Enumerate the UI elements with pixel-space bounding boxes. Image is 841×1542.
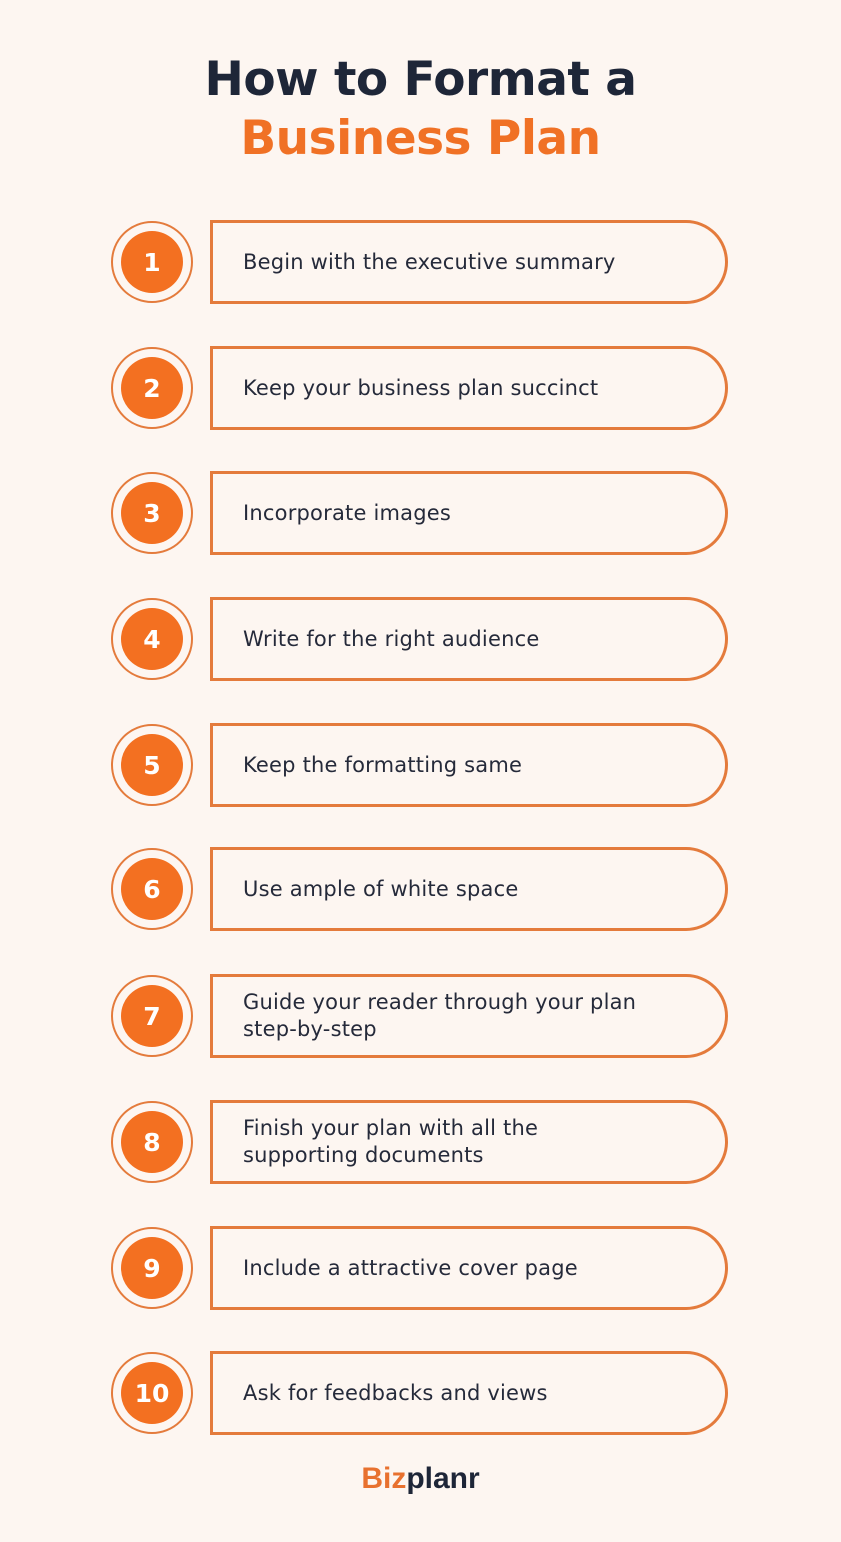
step-number-badge: 10 bbox=[111, 1352, 193, 1434]
step-number-badge: 5 bbox=[111, 724, 193, 806]
step-number: 8 bbox=[121, 1111, 183, 1173]
step-number-badge: 7 bbox=[111, 975, 193, 1057]
step-number-badge: 8 bbox=[111, 1101, 193, 1183]
step-card: Include a attractive cover page bbox=[210, 1226, 728, 1310]
step-number: 4 bbox=[121, 608, 183, 670]
step-text: Keep the formatting same bbox=[243, 752, 523, 777]
step-row: 5 Keep the formatting same bbox=[0, 723, 841, 807]
step-card: Keep your business plan succinct bbox=[210, 346, 728, 430]
step-number-badge: 9 bbox=[111, 1227, 193, 1309]
step-number-badge: 4 bbox=[111, 598, 193, 680]
step-card: Finish your plan with all the supporting … bbox=[210, 1100, 728, 1184]
step-row: 4 Write for the right audience bbox=[0, 597, 841, 681]
step-text: Finish your plan with all the supporting … bbox=[243, 1116, 539, 1167]
step-number: 5 bbox=[121, 734, 183, 796]
step-card: Guide your reader through your plan step-… bbox=[210, 974, 728, 1058]
step-row: 8 Finish your plan with all the supporting… bbox=[0, 1100, 841, 1184]
title-line-2: Business Plan bbox=[240, 111, 601, 166]
step-row: 1 Begin with the executive summary bbox=[0, 220, 841, 304]
step-text: Use ample of white space bbox=[243, 876, 519, 901]
step-card: Ask for feedbacks and views bbox=[210, 1351, 728, 1435]
step-row: 10 Ask for feedbacks and views bbox=[0, 1351, 841, 1435]
step-card: Write for the right audience bbox=[210, 597, 728, 681]
step-row: 3 Incorporate images bbox=[0, 471, 841, 555]
step-card: Incorporate images bbox=[210, 471, 728, 555]
step-number-badge: 3 bbox=[111, 472, 193, 554]
step-number: 6 bbox=[121, 858, 183, 920]
step-number-badge: 2 bbox=[111, 347, 193, 429]
step-number: 3 bbox=[121, 482, 183, 544]
step-text: Ask for feedbacks and views bbox=[243, 1380, 548, 1405]
step-text: Keep your business plan succinct bbox=[243, 375, 599, 400]
step-row: 2 Keep your business plan succinct bbox=[0, 346, 841, 430]
step-row: 9 Include a attractive cover page bbox=[0, 1226, 841, 1310]
step-number: 1 bbox=[121, 231, 183, 293]
step-card: Use ample of white space bbox=[210, 847, 728, 931]
title-line-1: How to Format a bbox=[204, 52, 637, 107]
step-card: Begin with the executive summary bbox=[210, 220, 728, 304]
logo-part-biz: Biz bbox=[361, 1462, 407, 1495]
step-card: Keep the formatting same bbox=[210, 723, 728, 807]
step-text: Begin with the executive summary bbox=[243, 249, 616, 274]
step-row: 7 Guide your reader through your plan step… bbox=[0, 974, 841, 1058]
step-row: 6 Use ample of white space bbox=[0, 847, 841, 931]
logo-part-planr: planr bbox=[406, 1462, 480, 1495]
step-text: Write for the right audience bbox=[243, 626, 540, 651]
step-text: Guide your reader through your plan step-… bbox=[243, 990, 637, 1041]
step-number-badge: 6 bbox=[111, 848, 193, 930]
step-number: 9 bbox=[121, 1237, 183, 1299]
step-number-badge: 1 bbox=[111, 221, 193, 303]
step-number: 2 bbox=[121, 357, 183, 419]
step-number: 10 bbox=[121, 1362, 183, 1424]
step-text: Incorporate images bbox=[243, 500, 451, 525]
step-text: Include a attractive cover page bbox=[243, 1255, 578, 1280]
step-number: 7 bbox=[121, 985, 183, 1047]
brand-logo: Bizplanr bbox=[0, 1462, 841, 1496]
